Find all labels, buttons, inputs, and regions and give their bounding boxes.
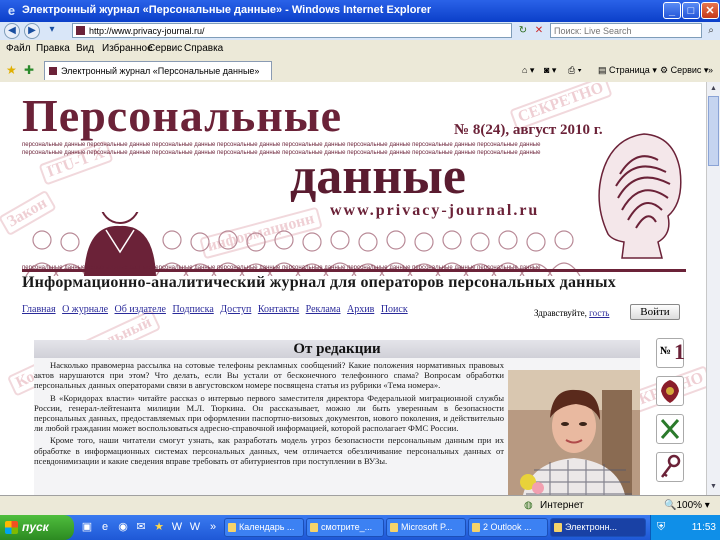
menu-view[interactable]: Вид [76,43,94,54]
system-tray: ⛨ 11:53 [650,515,720,540]
nav-ads[interactable]: Реклама [306,304,341,315]
page-menu-button[interactable]: ▤ Страница ▾ [598,65,657,76]
start-button[interactable]: пуск [0,515,74,540]
menu-bar: Файл Правка Вид Избранное Сервис Справка [0,40,720,58]
refresh-icon[interactable]: ↻ [516,24,530,38]
tab-favicon-icon [49,67,57,75]
search-icon[interactable]: ⌕ [704,24,718,38]
site-tagline: Информационно-аналитический журнал для о… [22,274,616,291]
windows-logo-icon [5,521,18,534]
stop-icon[interactable]: ✕ [532,24,546,38]
login-button[interactable]: Войти [630,304,680,320]
issue-number: № 8(24), август 2010 г. [454,122,603,138]
menu-tools[interactable]: Сервис [148,43,182,54]
quicklaunch-word2-icon[interactable]: W [188,520,202,534]
quicklaunch-ie-icon[interactable]: e [98,520,112,534]
editorial-heading: От редакции [34,340,640,358]
editor-photo [508,370,640,495]
editorial-paragraph: В «Коридорах власти» читайте рассказ о и… [34,392,504,434]
zoom-level[interactable]: 🔍100% ▾ [664,500,710,511]
tab-privacy-journal[interactable]: Электронный журнал «Персональные данные» [44,61,272,80]
editorial-paragraph: Кроме того, наши читатели смогут узнать,… [34,435,504,466]
taskbar-button-powerpoint[interactable]: Microsoft P... [386,518,466,537]
fingerprint-head-illustration [598,133,682,259]
vertical-scrollbar[interactable]: ▲ ▼ [706,82,720,495]
close-button[interactable]: ✕ [701,2,719,19]
editorial-paragraph: Насколько правомерна рассылка на сотовые… [34,360,504,391]
tab-row: ★ ✚ Электронный журнал «Персональные дан… [0,58,720,83]
minimize-button[interactable]: _ [663,2,681,19]
issue-one-icon[interactable]: № 1 [656,338,685,368]
ie-app-icon: e [7,3,16,18]
coat-of-arms-icon[interactable] [656,376,684,406]
editorial-text: Насколько правомерна рассылка на сотовые… [34,360,504,468]
key-icon[interactable] [656,452,684,482]
page-viewport: Закон Конфиденциальный ITU-T X СЕКРЕТНО … [0,82,706,495]
security-zone: Интернет [540,500,584,511]
right-sidebar: № 1 [650,332,688,495]
quicklaunch-outlook-icon[interactable]: ✉ [134,520,148,534]
address-row: ◀ ▶ ▾ http://www.privacy-journal.ru/ ↻ ✕… [0,22,720,40]
home-icon[interactable]: ⌂ ▾ [522,65,534,76]
site-title-line2: данные [290,148,466,205]
search-input[interactable]: Поиск: Live Search [550,23,702,38]
masthead: Персональные № 8(24), август 2010 г. пер… [22,92,686,292]
site-title-line1: Персональные [22,90,343,141]
taskbar: пуск ▣ e ◉ ✉ ★ W W » Календарь ... смотр… [0,515,720,540]
internet-zone-icon: ◍ [524,500,533,511]
nav-access[interactable]: Доступ [220,304,251,315]
menu-file[interactable]: Файл [6,43,31,54]
quicklaunch-more-icon[interactable]: » [206,520,220,534]
tray-shield-icon[interactable]: ⛨ [657,515,665,540]
nav-search[interactable]: Поиск [381,304,408,315]
scroll-up-arrow-icon[interactable]: ▲ [708,82,719,95]
scroll-thumb[interactable] [708,96,719,166]
feeds-icon[interactable]: ◙ ▾ [544,65,556,76]
page-favicon-icon [76,26,85,35]
history-dropdown[interactable]: ▾ [44,23,60,39]
print-icon[interactable]: ⎙ ▾ [568,65,581,76]
site-nav: Главная О журнале Об издателе Подписка Д… [22,304,412,315]
nav-publisher[interactable]: Об издателе [115,304,166,315]
taskbar-button-outlook[interactable]: 2 Outlook ... [468,518,548,537]
status-bar: ◍ Интернет 🔍100% ▾ [0,495,720,516]
quicklaunch-desktop-icon[interactable]: ▣ [80,520,94,534]
window-title: Электронный журнал «Персональные данные»… [22,4,432,16]
nav-home[interactable]: Главная [22,304,56,315]
greeting: Здравствуйте, гость [534,308,610,318]
greeting-user-link[interactable]: гость [589,308,609,318]
menu-help[interactable]: Справка [184,43,223,54]
window-title-bar[interactable]: e Электронный журнал «Персональные данны… [0,0,720,22]
forward-button[interactable]: ▶ [24,23,40,39]
add-favorite-icon[interactable]: ✚ [24,63,34,77]
back-button[interactable]: ◀ [4,23,20,39]
editorial-section: От редакции Насколько правомерна рассылк… [34,340,640,495]
nav-subscription[interactable]: Подписка [172,304,213,315]
masthead-divider [22,269,686,272]
nav-contacts[interactable]: Контакты [258,304,299,315]
quicklaunch-word-icon[interactable]: W [170,520,184,534]
tools-menu-button[interactable]: ⚙ Сервис ▾ [660,65,708,76]
address-input[interactable]: http://www.privacy-journal.ru/ [72,23,512,38]
favorites-star-icon[interactable]: ★ [6,63,17,77]
menu-favorites[interactable]: Избранное [102,43,153,54]
quicklaunch-media-icon[interactable]: ◉ [116,520,130,534]
taskbar-button-folder[interactable]: смотрите_... [306,518,384,537]
quicklaunch-star-icon[interactable]: ★ [152,520,166,534]
menu-edit[interactable]: Правка [36,43,70,54]
scroll-down-arrow-icon[interactable]: ▼ [708,480,719,493]
crossed-tools-icon[interactable] [656,414,684,444]
taskbar-button-calendar[interactable]: Календарь ... [224,518,304,537]
nav-about[interactable]: О журнале [62,304,108,315]
maximize-button[interactable]: □ [682,2,700,19]
nav-archive[interactable]: Архив [347,304,374,315]
more-chevron-icon[interactable]: » [708,65,713,75]
taskbar-button-ie[interactable]: Электронн... [550,518,646,537]
tray-clock[interactable]: 11:53 [692,522,716,533]
